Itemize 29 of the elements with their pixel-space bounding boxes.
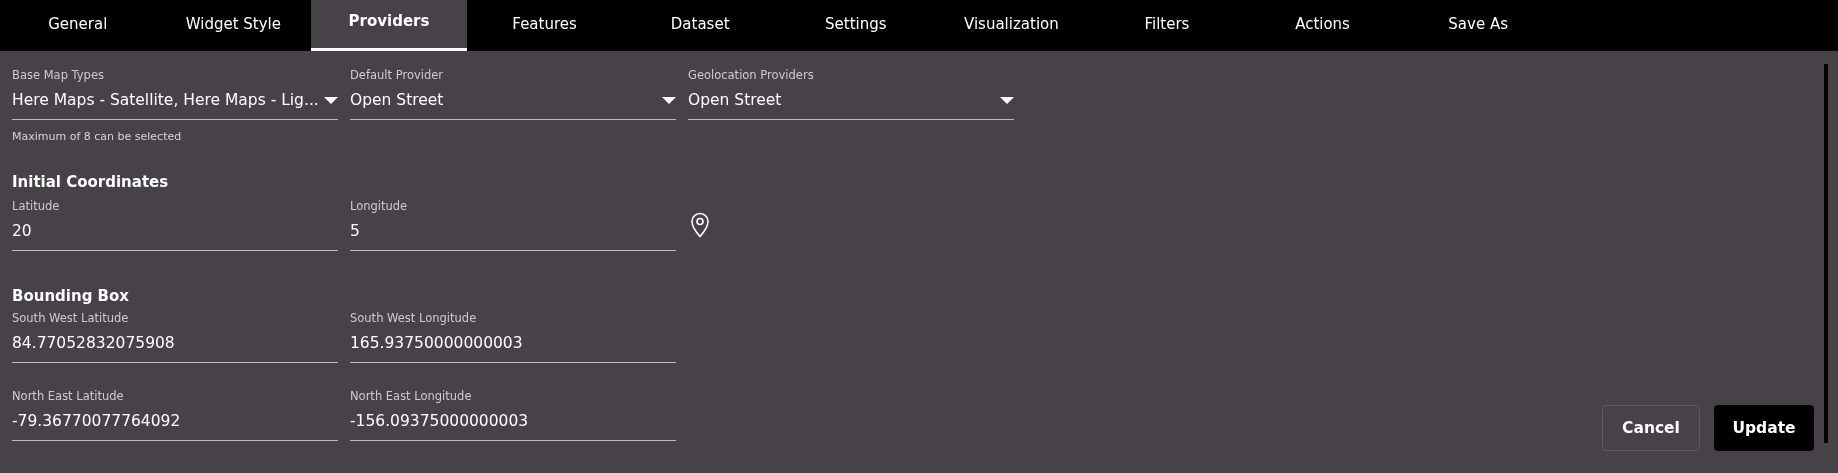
input-field[interactable]: Longitude 5 [350, 199, 676, 251]
caret-icon [1000, 96, 1014, 104]
location-pin-icon[interactable] [690, 212, 710, 238]
tab[interactable]: Visualization [933, 0, 1090, 51]
tab[interactable]: General [0, 0, 156, 51]
caret-icon [662, 96, 676, 104]
scrollbar[interactable] [1824, 64, 1828, 443]
input-field[interactable]: South West Longitude 165.93750000000003 [350, 311, 676, 363]
select-field[interactable]: Default Provider Open Street [350, 68, 676, 120]
input-field[interactable]: North East Longitude -156.09375000000003 [350, 389, 676, 441]
select-field[interactable]: Base Map Types Here Maps - Satellite, Here Maps - Lig... [12, 68, 338, 120]
tab[interactable]: Filters [1089, 0, 1245, 51]
input-field[interactable]: South West Latitude 84.77052832075908 [12, 311, 338, 363]
tab[interactable]: Dataset [622, 0, 778, 51]
cancel-button[interactable]: Cancel [1602, 405, 1700, 451]
select-field[interactable]: Geolocation Providers Open Street [688, 68, 1014, 120]
caret-icon [324, 96, 338, 104]
section-title: Initial Coordinates [12, 173, 170, 191]
tab[interactable]: Settings [777, 0, 934, 51]
tab[interactable]: Actions [1244, 0, 1401, 51]
helper-text: Maximum of 8 can be selected [12, 130, 183, 143]
input-field[interactable]: Latitude 20 [12, 199, 338, 251]
tab[interactable]: Save As [1400, 0, 1556, 51]
input-field[interactable]: North East Latitude -79.36770077764092 [12, 389, 338, 441]
section-title: Bounding Box [12, 287, 131, 305]
tab[interactable]: Widget Style [155, 0, 312, 51]
tab[interactable]: Providers [311, 0, 467, 51]
update-button[interactable]: Update [1714, 405, 1814, 451]
tab[interactable]: Features [466, 0, 623, 51]
